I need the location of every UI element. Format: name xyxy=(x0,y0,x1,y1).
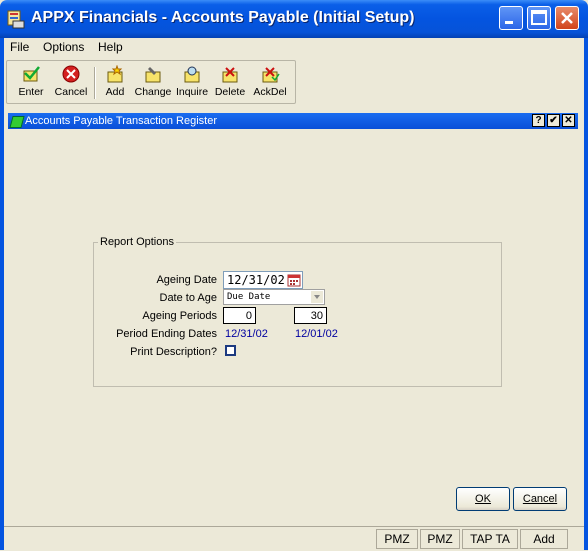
ok-button[interactable]: OK xyxy=(456,487,510,511)
print-description-label: Print Description? xyxy=(130,346,217,358)
enter-button[interactable]: Enter xyxy=(13,65,49,101)
toolbar: Enter Cancel Add Change Inquire Delete A… xyxy=(6,60,296,104)
menu-file[interactable]: File xyxy=(10,40,29,54)
menu-options[interactable]: Options xyxy=(43,40,84,54)
frame-ok-button[interactable]: ✔ xyxy=(547,114,560,127)
cancel-tool-button[interactable]: Cancel xyxy=(52,65,90,101)
status-pmz-2: PMZ xyxy=(420,529,460,549)
ageing-date-label: Ageing Date xyxy=(156,274,217,286)
change-icon xyxy=(145,67,161,83)
ageing-date-field[interactable]: 12/31/02 xyxy=(223,271,303,289)
add-icon xyxy=(107,65,123,83)
date-to-age-label: Date to Age xyxy=(159,292,218,304)
period-ending-2: 12/01/02 xyxy=(295,328,338,340)
date-to-age-select[interactable]: Due Date xyxy=(223,289,325,305)
enter-icon xyxy=(23,66,40,82)
app-icon xyxy=(7,10,25,29)
cancel-button[interactable]: Cancel xyxy=(513,487,567,511)
status-mode: Add xyxy=(520,529,568,549)
status-pmz-1: PMZ xyxy=(376,529,418,549)
help-button[interactable]: ? xyxy=(532,114,545,127)
chevron-down-icon xyxy=(311,291,323,303)
status-tap-ta: TAP TA xyxy=(462,529,518,549)
ageing-period-2-field[interactable]: 30 xyxy=(294,307,327,324)
delete-icon xyxy=(222,67,238,83)
change-button[interactable]: Change xyxy=(134,65,172,101)
ageing-date-value: 12/31/02 xyxy=(227,273,285,287)
maximize-icon xyxy=(531,10,547,25)
cancel-icon xyxy=(62,65,80,83)
frame-caption-bar: Accounts Payable Transaction Register ? … xyxy=(8,113,578,129)
close-button[interactable] xyxy=(555,6,579,30)
ageing-periods-label: Ageing Periods xyxy=(142,310,217,322)
inquire-icon xyxy=(184,66,200,83)
maximize-button[interactable] xyxy=(527,6,551,30)
window-frame-left xyxy=(0,38,4,550)
ackdel-button[interactable]: AckDel xyxy=(251,65,289,101)
minimize-icon xyxy=(505,21,513,24)
period-ending-label: Period Ending Dates xyxy=(116,328,217,340)
minimize-button[interactable] xyxy=(499,6,523,30)
frame-close-button[interactable]: ✕ xyxy=(562,114,575,127)
date-to-age-value: Due Date xyxy=(227,292,271,302)
add-button[interactable]: Add xyxy=(100,65,130,101)
title-bar: APPX Financials - Accounts Payable (Init… xyxy=(0,0,588,38)
window-title: APPX Financials - Accounts Payable (Init… xyxy=(31,9,415,26)
period-ending-1: 12/31/02 xyxy=(225,328,268,340)
close-icon xyxy=(561,12,573,24)
frame-icon xyxy=(9,116,25,128)
print-description-checkbox[interactable] xyxy=(225,345,236,356)
toolbar-separator xyxy=(94,67,96,99)
ackdel-icon xyxy=(262,67,280,83)
report-options-title: Report Options xyxy=(98,236,176,248)
frame-title: Accounts Payable Transaction Register xyxy=(25,115,217,127)
status-bar: PMZ PMZ TAP TA Add xyxy=(4,526,584,551)
menu-bar: File Options Help xyxy=(4,38,584,56)
calendar-icon[interactable] xyxy=(287,273,301,287)
menu-help[interactable]: Help xyxy=(98,40,123,54)
ageing-period-1-field[interactable]: 0 xyxy=(223,307,256,324)
inquire-button[interactable]: Inquire xyxy=(175,65,209,101)
delete-button[interactable]: Delete xyxy=(213,65,247,101)
window-frame-right xyxy=(584,38,588,550)
